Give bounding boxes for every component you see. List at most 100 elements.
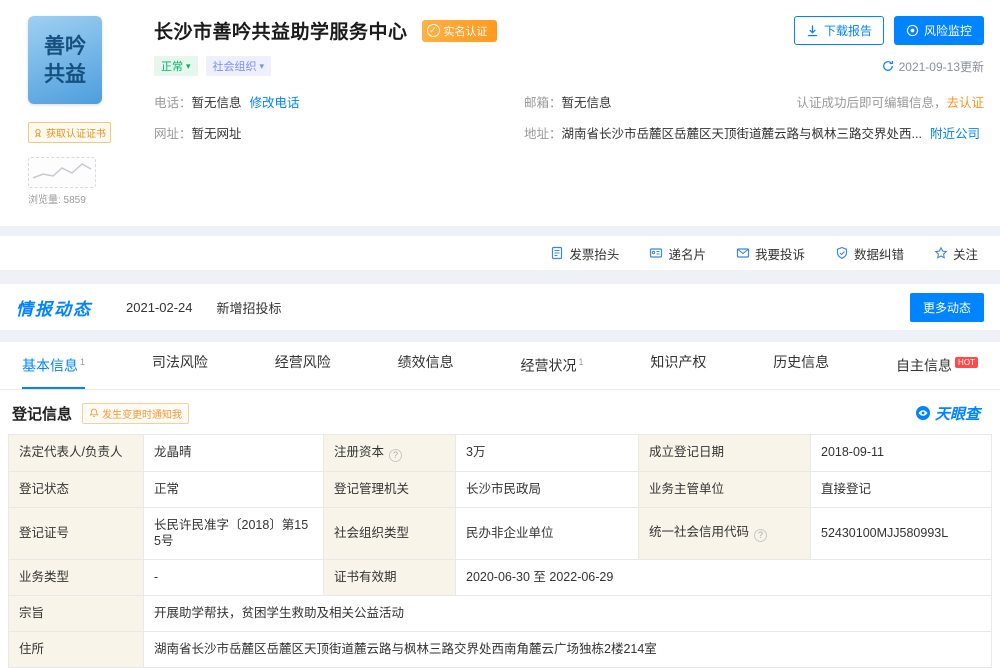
tab-business-status[interactable]: 经营状况1 <box>520 342 583 389</box>
tab-basic-info[interactable]: 基本信息1 <box>22 342 85 389</box>
refresh-updated[interactable]: 2021-09-13更新 <box>882 58 984 75</box>
cell-label: 法定代表人/负责人 <box>9 434 144 471</box>
cell-label: 成立登记日期 <box>639 434 811 471</box>
cell-value: 湖南省长沙市岳麓区岳麓区天顶街道麓云路与枫林三路交界处西南角麓云广场独栋2楼21… <box>144 632 992 668</box>
cell-label: 统一社会信用代码? <box>639 507 811 560</box>
tab-self-info[interactable]: 自主信息HOT <box>896 342 978 389</box>
address-label: 地址： <box>524 127 562 141</box>
news-date: 2021-02-24 <box>126 300 193 315</box>
tab-label: 绩效信息 <box>398 354 454 370</box>
table-row: 住所 湖南省长沙市岳麓区岳麓区天顶街道麓云路与枫林三路交界处西南角麓云广场独栋2… <box>9 632 992 668</box>
notify-change-badge[interactable]: 发生变更时通知我 <box>82 403 189 424</box>
tab-intellectual-property[interactable]: 知识产权 <box>650 342 706 389</box>
cell-value: 直接登记 <box>811 471 992 507</box>
email-field: 邮箱：暂无信息 <box>524 92 784 111</box>
cell-label: 社会组织类型 <box>324 507 456 560</box>
toolbar-data-correction-label: 数据纠错 <box>854 244 904 263</box>
cell-label: 证书有效期 <box>324 560 456 596</box>
intelligence-news-bar: 情报动态 2021-02-24 新增招投标 更多动态 <box>0 284 1000 330</box>
cell-label: 住所 <box>9 632 144 668</box>
risk-monitor-button[interactable]: 风险监控 <box>894 16 984 45</box>
cell-label: 业务类型 <box>9 560 144 596</box>
org-type-tag[interactable]: 社会组织 ▾ <box>206 56 272 76</box>
info-icon[interactable]: ? <box>754 529 767 542</box>
download-report-button[interactable]: 下载报告 <box>794 16 884 45</box>
registration-header: 登记信息 发生变更时通知我 天眼查 <box>0 390 1000 434</box>
tab-label: 历史信息 <box>773 354 829 370</box>
email-label: 邮箱： <box>524 96 562 110</box>
tab-performance-info[interactable]: 绩效信息 <box>398 342 454 389</box>
cell-label: 登记状态 <box>9 471 144 507</box>
tab-label: 经营状况 <box>520 358 576 374</box>
cell-value: 长民许民准字〔2018〕第155号 <box>144 507 324 560</box>
phone-label: 电话： <box>154 96 192 110</box>
company-detail-card: 基本信息1 司法风险 经营风险 绩效信息 经营状况1 知识产权 历史信息 自主信… <box>0 342 1000 668</box>
toolbar-business-card[interactable]: 递名片 <box>649 244 706 263</box>
cell-value: 开展助学帮扶，贫困学生救助及相关公益活动 <box>144 596 992 632</box>
views-sparkline <box>28 157 96 188</box>
monitor-eye-icon <box>906 24 919 37</box>
more-news-button[interactable]: 更多动态 <box>910 293 984 322</box>
logo-text-line2: 共益 <box>44 60 86 88</box>
hot-badge: HOT <box>955 357 978 368</box>
website-label: 网址： <box>154 127 192 141</box>
toolbar-invoice-title[interactable]: 发票抬头 <box>550 244 619 263</box>
tab-judicial-risk[interactable]: 司法风险 <box>152 342 208 389</box>
get-cert-badge[interactable]: 获取认证证书 <box>28 122 111 143</box>
header-actions: 下载报告 风险监控 <box>794 16 984 45</box>
go-authenticate-link[interactable]: 去认证 <box>946 96 984 110</box>
company-logo: 善吟 共益 <box>28 16 102 104</box>
tianyancha-brand: 天眼查 <box>915 403 980 424</box>
tab-label: 基本信息 <box>22 358 78 374</box>
business-card-icon <box>649 246 663 260</box>
toolbar-follow[interactable]: 关注 <box>934 244 978 263</box>
notify-change-label: 发生变更时通知我 <box>102 406 182 421</box>
download-icon <box>806 24 819 37</box>
title-row: 长沙市善吟共益助学服务中心 ✓ 实名认证 下载报告 风险监控 <box>154 16 984 45</box>
table-row: 宗旨 开展助学帮扶，贫困学生救助及相关公益活动 <box>9 596 992 632</box>
table-row: 业务类型 - 证书有效期 2020-06-30 至 2022-06-29 <box>9 560 992 596</box>
nearby-companies-link[interactable]: 附近公司 <box>930 127 980 141</box>
toolbar-complaint[interactable]: 我要投诉 <box>736 244 805 263</box>
phone-value: 暂无信息 <box>192 96 242 110</box>
tab-operating-risk[interactable]: 经营风险 <box>275 342 331 389</box>
header-main-column: 长沙市善吟共益助学服务中心 ✓ 实名认证 下载报告 风险监控 正常 ▾ <box>124 16 984 206</box>
website-field: 网址：暂无网址 <box>154 123 524 142</box>
edit-phone-link[interactable]: 修改电话 <box>250 96 300 110</box>
cell-value: 民办非企业单位 <box>456 507 639 560</box>
tab-bar: 基本信息1 司法风险 经营风险 绩效信息 经营状况1 知识产权 历史信息 自主信… <box>0 342 1000 390</box>
chevron-down-icon: ▾ <box>260 61 265 72</box>
auth-tip-text: 认证成功后即可编辑信息， <box>796 96 946 110</box>
status-tag[interactable]: 正常 ▾ <box>154 56 198 76</box>
registration-table: 法定代表人/负责人 龙晶晴 注册资本? 3万 成立登记日期 2018-09-11… <box>8 434 992 668</box>
toolbar-data-correction[interactable]: 数据纠错 <box>835 244 904 263</box>
table-row: 法定代表人/负责人 龙晶晴 注册资本? 3万 成立登记日期 2018-09-11 <box>9 434 992 471</box>
table-row: 登记证号 长民许民准字〔2018〕第155号 社会组织类型 民办非企业单位 统一… <box>9 507 992 560</box>
contact-row-2: 网址：暂无网址 地址：湖南省长沙市岳麓区岳麓区天顶街道麓云路与枫林三路交界处西.… <box>154 123 984 142</box>
cell-value: 2020-06-30 至 2022-06-29 <box>456 560 992 596</box>
verified-label: 实名认证 <box>444 23 488 39</box>
tab-history-info[interactable]: 历史信息 <box>773 342 829 389</box>
tab-label: 自主信息 <box>896 358 952 374</box>
cell-label: 登记证号 <box>9 507 144 560</box>
cell-value: 龙晶晴 <box>144 434 324 471</box>
cell-label: 注册资本? <box>324 434 456 471</box>
invoice-icon <box>550 246 564 260</box>
auth-tip: 认证成功后即可编辑信息，去认证 <box>796 92 984 111</box>
info-icon[interactable]: ? <box>389 449 402 462</box>
company-header: 善吟 共益 获取认证证书 浏览量: 5859 长沙市善吟共益助学服务中心 ✓ 实… <box>0 0 1000 226</box>
star-icon <box>934 246 948 260</box>
cell-value: 长沙市民政局 <box>456 471 639 507</box>
tab-label: 知识产权 <box>650 354 706 370</box>
email-value: 暂无信息 <box>562 96 612 110</box>
address-field: 地址：湖南省长沙市岳麓区岳麓区天顶街道麓云路与枫林三路交界处西...附近公司 <box>524 123 984 142</box>
updated-date: 2021-09-13更新 <box>899 58 984 75</box>
news-event[interactable]: 新增招投标 <box>217 298 282 317</box>
medal-icon <box>33 128 43 138</box>
tab-label: 经营风险 <box>275 354 331 370</box>
tag-row: 正常 ▾ 社会组织 ▾ 2021-09-13更新 <box>154 56 984 76</box>
news-title: 情报动态 <box>16 295 92 320</box>
verified-badge[interactable]: ✓ 实名认证 <box>422 20 497 42</box>
website-value: 暂无网址 <box>192 127 242 141</box>
logo-text-line1: 善吟 <box>44 32 86 60</box>
